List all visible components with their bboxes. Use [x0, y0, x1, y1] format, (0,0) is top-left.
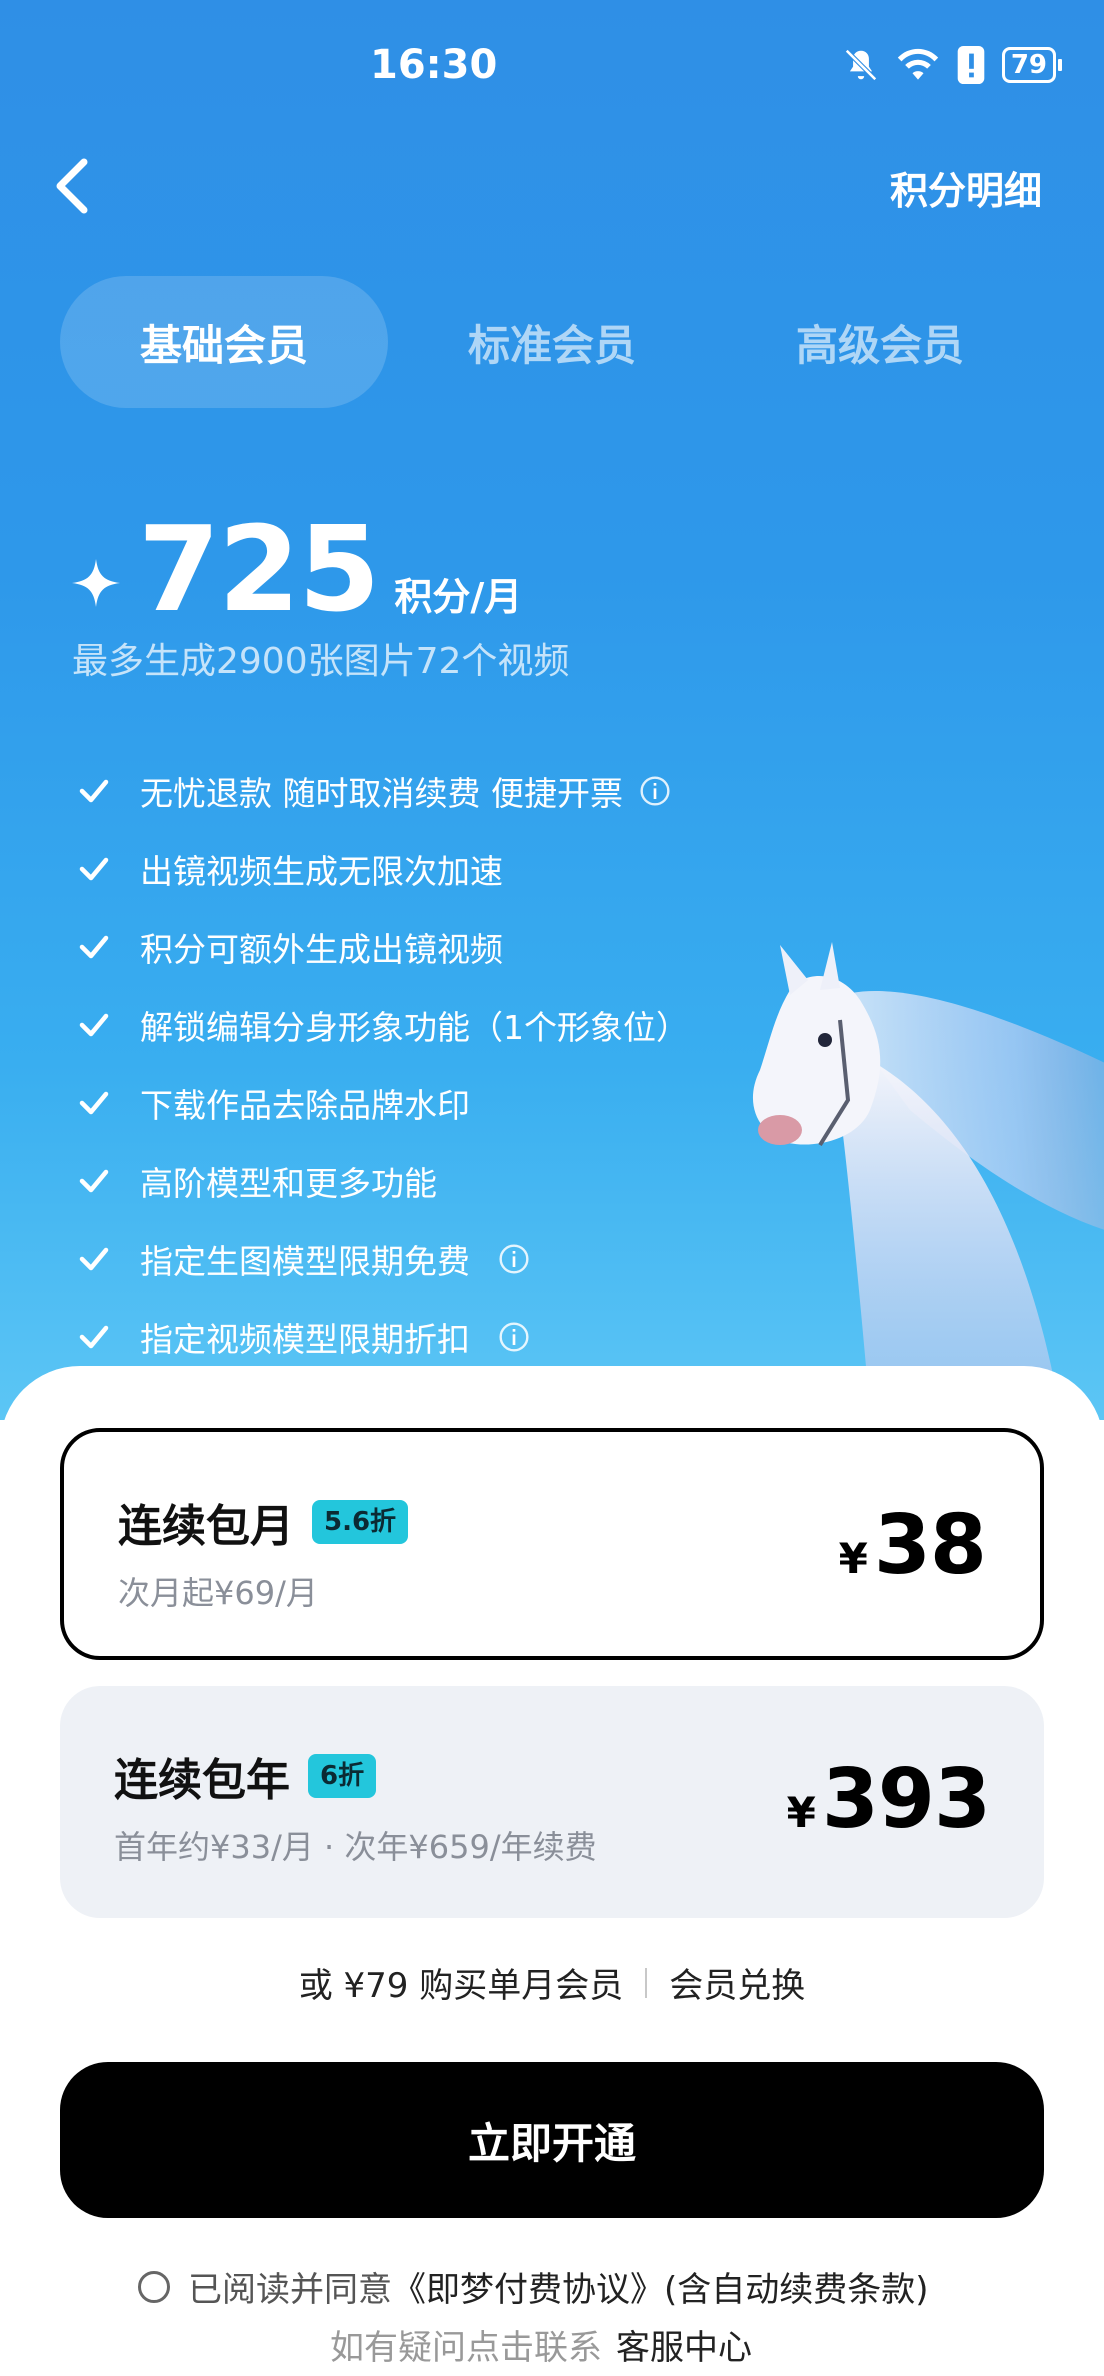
single-month-link[interactable]: 或 ¥79 购买单月会员 [299, 1958, 624, 2007]
contact-prefix: 如有疑问点击联系 [330, 2328, 602, 2368]
agreement-row: 已阅读并同意 《即梦付费协议》(含自动续费条款) [138, 2262, 929, 2311]
battery-indicator: 79 [1001, 47, 1062, 83]
wifi-icon [897, 48, 938, 80]
battery-level: 79 [1001, 47, 1056, 83]
check-icon [79, 1169, 109, 1193]
plan-card-monthly[interactable]: 连续包月 5.6折 次月起¥69/月 ¥ 38 [60, 1428, 1044, 1660]
feature-list: 无忧退款 随时取消续费 便捷开票 出镜视频生成无限次加速 积分可额外生成出镜视频… [76, 752, 816, 1376]
price-currency: ¥ [786, 1788, 816, 1837]
tab-standard[interactable]: 标准会员 [388, 276, 716, 408]
points-detail-link[interactable]: 积分明细 [890, 160, 1042, 215]
feature-item: 积分可额外生成出镜视频 [76, 908, 816, 986]
feature-text: 无忧退款 随时取消续费 便捷开票 [140, 774, 623, 813]
points-unit: 积分/月 [394, 575, 523, 619]
feature-text: 出镜视频生成无限次加速 [140, 852, 503, 891]
alert-icon [957, 46, 985, 84]
plan-name: 连续包月 [118, 1501, 294, 1552]
status-bar: 16:30 79 [0, 0, 1104, 130]
tab-premium[interactable]: 高级会员 [716, 276, 1044, 408]
agreement-prefix: 已阅读并同意 [188, 2270, 392, 2310]
plan-subtitle: 首年约¥33/月 · 次年¥659/年续费 [114, 1828, 597, 1866]
points-summary: 725 积分/月 [72, 500, 522, 638]
check-icon [79, 1247, 109, 1271]
info-icon[interactable] [498, 1243, 530, 1275]
membership-tabs: 基础会员 标准会员 高级会员 [60, 276, 1044, 408]
feature-text: 下载作品去除品牌水印 [140, 1086, 470, 1125]
feature-item: 下载作品去除品牌水印 [76, 1064, 816, 1142]
bell-muted-icon [844, 49, 877, 81]
plan-price: ¥ 38 [838, 1498, 987, 1593]
feature-item: 高阶模型和更多功能 [76, 1142, 816, 1220]
points-value: 725 [138, 500, 380, 638]
feature-item: 指定视频模型限期折扣 [76, 1298, 816, 1376]
feature-item: 指定生图模型限期免费 [76, 1220, 816, 1298]
status-icons: 79 [842, 46, 1062, 84]
customer-service-link[interactable]: 客服中心 [616, 2320, 752, 2369]
tab-basic[interactable]: 基础会员 [60, 276, 388, 408]
feature-item: 出镜视频生成无限次加速 [76, 830, 816, 908]
plan-card-yearly[interactable]: 连续包年 6折 首年约¥33/月 · 次年¥659/年续费 ¥ 393 [60, 1686, 1044, 1918]
price-currency: ¥ [838, 1534, 868, 1583]
points-subtitle: 最多生成2900张图片72个视频 [72, 641, 570, 682]
plan-title: 连续包年 6折 [114, 1744, 377, 1808]
info-icon[interactable] [498, 1321, 530, 1353]
check-icon [79, 779, 109, 803]
info-icon[interactable] [639, 775, 671, 807]
feature-text: 高阶模型和更多功能 [140, 1164, 437, 1203]
sparkle-icon [72, 559, 120, 607]
discount-badge: 6折 [308, 1754, 377, 1798]
price-amount: 38 [873, 1498, 987, 1593]
feature-text: 指定视频模型限期折扣 [140, 1320, 470, 1359]
back-chevron-icon[interactable] [52, 158, 92, 214]
battery-tip [1058, 59, 1062, 71]
alternative-options: 或 ¥79 购买单月会员 会员兑换 [0, 1958, 1104, 2007]
agreement-link[interactable]: 《即梦付费协议》(含自动续费条款) [392, 2262, 929, 2311]
divider [645, 1967, 648, 1998]
activate-button[interactable]: 立即开通 [60, 2062, 1044, 2218]
agree-radio[interactable] [138, 2270, 170, 2303]
redeem-link[interactable]: 会员兑换 [669, 1958, 805, 2007]
feature-item: 无忧退款 随时取消续费 便捷开票 [76, 752, 816, 830]
feature-text: 积分可额外生成出镜视频 [140, 930, 503, 969]
plan-name: 连续包年 [114, 1755, 290, 1806]
check-icon [79, 1325, 109, 1349]
plan-price: ¥ 393 [786, 1752, 991, 1847]
check-icon [79, 1091, 109, 1115]
check-icon [79, 935, 109, 959]
discount-badge: 5.6折 [312, 1500, 409, 1544]
plan-title: 连续包月 5.6折 [118, 1490, 409, 1554]
price-amount: 393 [821, 1752, 991, 1847]
contact-row: 如有疑问点击联系 客服中心 [330, 2320, 752, 2369]
check-icon [79, 1013, 109, 1037]
status-time: 16:30 [370, 42, 498, 88]
plan-subtitle: 次月起¥69/月 [118, 1574, 318, 1612]
feature-text: 指定生图模型限期免费 [140, 1242, 470, 1281]
check-icon [79, 857, 109, 881]
feature-text: 解锁编辑分身形象功能（1个形象位） [140, 1008, 689, 1047]
feature-item: 解锁编辑分身形象功能（1个形象位） [76, 986, 816, 1064]
